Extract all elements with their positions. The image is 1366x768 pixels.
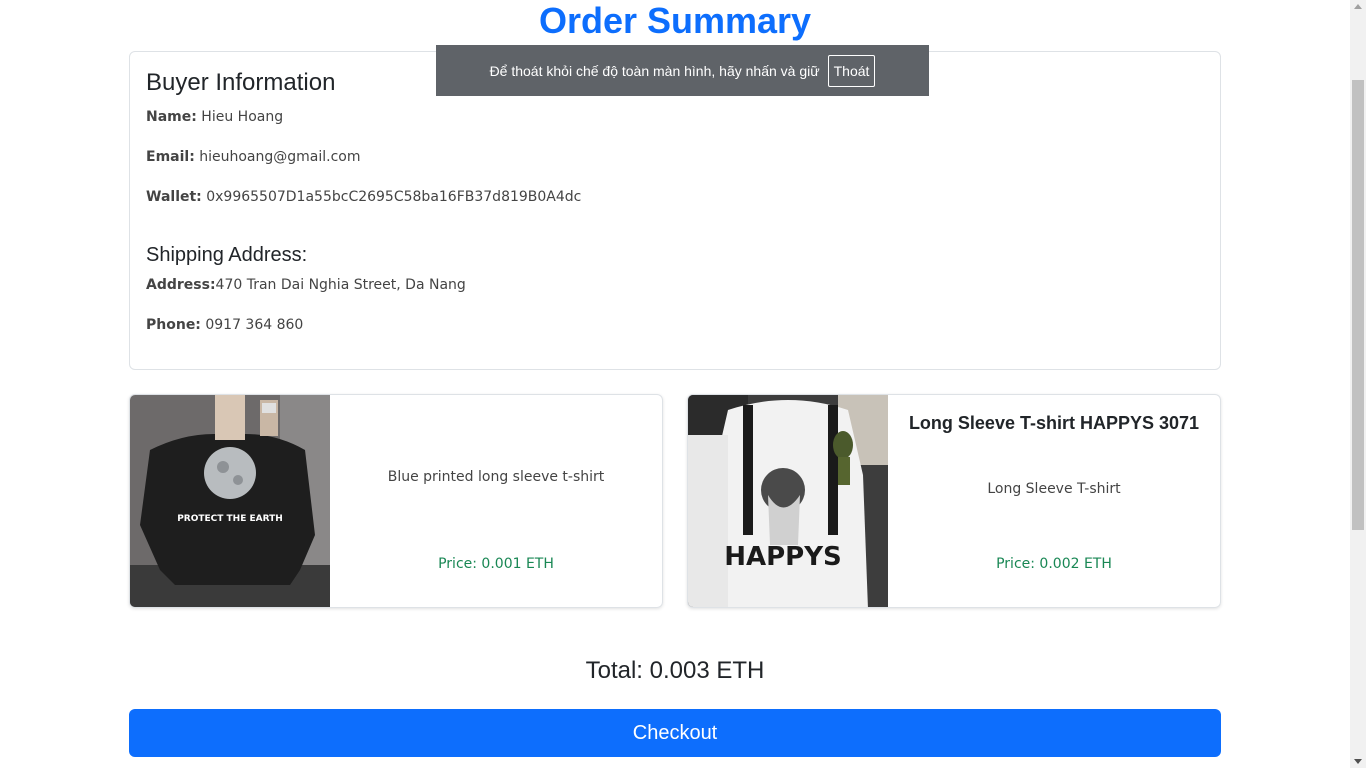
product-price: Price: 0.001 ETH [438,556,554,572]
shipping-phone: Phone: 0917 364 860 [146,317,303,333]
product-body: Long Sleeve T-shirt HAPPYS 3071 Long Sle… [888,395,1220,607]
page-title: Order Summary [538,0,812,41]
shipping-address-label: Address: [146,277,216,293]
scrollbar-thumb[interactable] [1352,80,1364,530]
buyer-wallet-value: 0x9965507D1a55bcC2695C58ba16FB37d819B0A4… [201,189,582,205]
fullscreen-toast-message: Để thoát khỏi chế độ toàn màn hình, hãy … [489,62,820,79]
buyer-info-card: Buyer Information Name: Hieu Hoang Email… [129,51,1221,370]
product-photo-black-shirt: PROTECT THE EARTH [130,395,330,607]
scroll-down-icon[interactable] [1354,759,1362,764]
product-image: HAPPYS [688,395,888,607]
shirt-print-text: PROTECT THE EARTH [177,514,283,524]
buyer-wallet-label: Wallet: [146,189,202,205]
product-description: Blue printed long sleeve t-shirt [387,469,605,485]
buyer-email: Email: hieuhoang@gmail.com [146,149,361,165]
buyer-email-value: hieuhoang@gmail.com [194,149,361,165]
order-total: Total: 0.003 ETH [585,657,765,684]
buyer-email-label: Email: [146,149,195,165]
checkout-button[interactable]: Checkout [129,709,1221,757]
shipping-heading: Shipping Address: [146,244,308,266]
buyer-name: Name: Hieu Hoang [146,109,283,125]
product-body: Blue printed long sleeve t-shirt Price: … [330,395,662,607]
product-photo-white-shirt: HAPPYS [688,395,888,607]
buyer-info-heading: Buyer Information [146,69,336,96]
product-image: PROTECT THE EARTH [130,395,330,607]
product-description: Long Sleeve T-shirt [987,481,1121,497]
shipping-phone-value: 0917 364 860 [200,317,304,333]
shirt-print-text: HAPPYS [724,542,842,572]
shipping-phone-label: Phone: [146,317,201,333]
shipping-address: Address:470 Tran Dai Nghia Street, Da Na… [146,277,466,293]
product-card: PROTECT THE EARTH Blue printed long slee… [129,394,663,608]
product-card: HAPPYS Long Sleeve T-shirt HAPPYS 3071 L… [687,394,1221,608]
scroll-up-icon[interactable] [1354,4,1362,9]
buyer-name-value: Hieu Hoang [196,109,284,125]
buyer-wallet: Wallet: 0x9965507D1a55bcC2695C58ba16FB37… [146,189,581,205]
product-title: Long Sleeve T-shirt HAPPYS 3071 [908,413,1200,433]
fullscreen-exit-button[interactable]: Thoát [827,54,876,87]
shipping-address-value: 470 Tran Dai Nghia Street, Da Nang [215,277,466,293]
product-price: Price: 0.002 ETH [996,556,1112,572]
buyer-name-label: Name: [146,109,197,125]
vertical-scrollbar[interactable] [1350,0,1366,768]
fullscreen-exit-toast: Để thoát khỏi chế độ toàn màn hình, hãy … [436,45,929,96]
